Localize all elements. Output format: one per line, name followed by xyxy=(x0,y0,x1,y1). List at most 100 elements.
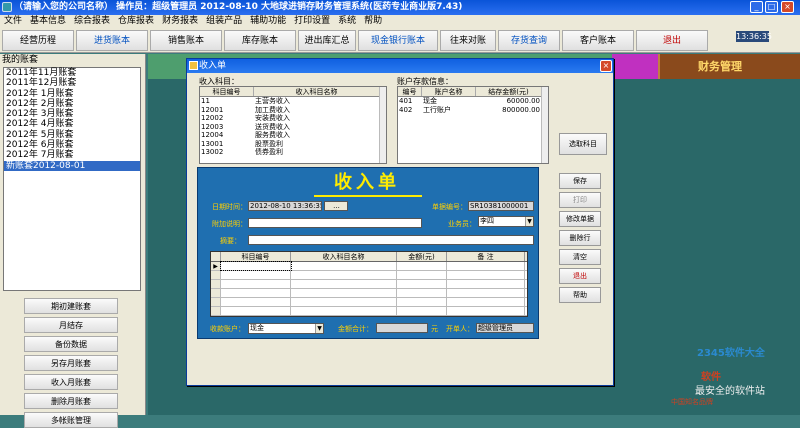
subject-grid[interactable]: 科目编号 收入科目名称 11 主营务收入 12001 加工费收入 12002 安装费收… xyxy=(199,86,387,164)
list-item[interactable]: 2011年12月账套 xyxy=(4,78,140,88)
left-panel: 我的账套 2011年11月账套 2011年12月账套 2012年 1月账套 20… xyxy=(0,54,146,428)
date-picker-button[interactable]: ... xyxy=(324,201,348,211)
table-row[interactable]: 401 现金 60000.00 xyxy=(398,97,548,106)
table-row[interactable]: 13001 股票盈利 xyxy=(200,140,386,149)
maker-label: 开单人： xyxy=(446,325,474,333)
doc-no-label: 单据编号： xyxy=(432,203,467,211)
list-item[interactable]: 2012年 2月账套 xyxy=(4,99,140,109)
clear-button[interactable]: 清空 xyxy=(559,249,601,265)
summary-label: 摘要： xyxy=(220,237,241,245)
maker-field: 超级管理员 xyxy=(476,323,534,333)
menu-system[interactable]: 系统 xyxy=(334,16,360,26)
menu-tools[interactable]: 辅助功能 xyxy=(246,16,290,26)
toolbar-customer-button[interactable]: 客户账本 xyxy=(562,30,634,51)
table-row[interactable] xyxy=(211,298,527,307)
entry-grid[interactable]: 科目编号 收入科目名称 金额(元) 备 注 ▶ xyxy=(210,251,528,317)
nav-bar-purple xyxy=(612,54,658,79)
backup-button[interactable]: 备份数据 xyxy=(24,336,118,352)
table-row[interactable]: 11 主营务收入 xyxy=(200,97,386,106)
table-row[interactable] xyxy=(211,289,527,298)
form-heading: 收入单 xyxy=(334,172,400,193)
subject-scrollbar[interactable] xyxy=(379,87,386,163)
delete-row-button[interactable]: 删除行 xyxy=(559,230,601,246)
maximize-button[interactable]: □ xyxy=(765,1,778,13)
subject-grid-header: 科目编号 收入科目名称 xyxy=(200,87,386,97)
account-list[interactable]: 2011年11月账套 2011年12月账套 2012年 1月账套 2012年 2… xyxy=(3,67,141,291)
toolbar-reconcile-button[interactable]: 往来对账 xyxy=(440,30,496,51)
menu-print[interactable]: 打印设置 xyxy=(290,16,334,26)
table-row[interactable] xyxy=(211,307,527,316)
month-close-button[interactable]: 月结存 xyxy=(24,317,118,333)
help-button[interactable]: 帮助 xyxy=(559,287,601,303)
doc-no-field[interactable]: SR10381000001 xyxy=(468,201,534,211)
edit-document-button[interactable]: 修改单据 xyxy=(559,211,601,227)
account-grid[interactable]: 编号 账户名称 结存金额(元) 401 现金 60000.00 402 工行账户 800… xyxy=(397,86,549,164)
menu-basic-info[interactable]: 基本信息 xyxy=(26,16,70,26)
watermark: 2345软件大全 软件 最安全的软件站 中国知名品牌 xyxy=(671,348,765,406)
menu-file[interactable]: 文件 xyxy=(0,16,26,26)
toolbar-inout-button[interactable]: 进出库汇总 xyxy=(298,30,356,51)
multi-account-button[interactable]: 多帐账管理 xyxy=(24,412,118,428)
finance-management-tab[interactable]: 财务管理 xyxy=(658,54,800,79)
pay-account-select[interactable]: 现金 ▼ xyxy=(248,323,324,334)
clock: 13:36:35 xyxy=(736,31,772,42)
exit-button[interactable]: 退出 xyxy=(559,268,601,284)
table-row[interactable]: 12003 送货费收入 xyxy=(200,123,386,132)
list-item[interactable]: 2012年 7月账套 xyxy=(4,150,140,160)
toolbar-sales-button[interactable]: 销售账本 xyxy=(150,30,222,51)
delete-month-button[interactable]: 删除月账套 xyxy=(24,393,118,409)
entry-grid-header: 科目编号 收入科目名称 金额(元) 备 注 xyxy=(211,252,527,262)
toolbar: 经营历程 进货账本 销售账本 库存账本 进出库汇总 现金银行账本 往来对账 存货… xyxy=(0,28,800,53)
summary-input[interactable] xyxy=(248,235,534,245)
toolbar-cash-bank-button[interactable]: 现金银行账本 xyxy=(358,30,438,51)
list-item[interactable]: 2012年 4月账套 xyxy=(4,119,140,129)
dialog-icon xyxy=(189,61,198,70)
table-row[interactable]: 402 工行账户 800000.00 xyxy=(398,106,548,115)
total-unit: 元 xyxy=(431,325,438,333)
save-as-month-button[interactable]: 另存月账套 xyxy=(24,355,118,371)
close-button[interactable]: × xyxy=(781,1,794,13)
total-field xyxy=(376,323,428,333)
toolbar-purchase-button[interactable]: 进货账本 xyxy=(76,30,148,51)
menu-warehouse[interactable]: 仓库报表 xyxy=(114,16,158,26)
print-button[interactable]: 打印 xyxy=(559,192,601,208)
opening-account-button[interactable]: 期初建账套 xyxy=(24,298,118,314)
list-item[interactable]: 2012年 5月账套 xyxy=(4,130,140,140)
save-button[interactable]: 保存 xyxy=(559,173,601,189)
chevron-down-icon[interactable]: ▼ xyxy=(315,324,323,333)
toolbar-stock-button[interactable]: 库存账本 xyxy=(224,30,296,51)
menu-finance[interactable]: 财务报表 xyxy=(158,16,202,26)
list-item[interactable]: 2012年 3月账套 xyxy=(4,109,140,119)
list-item[interactable]: 2012年 1月账套 xyxy=(4,89,140,99)
table-row[interactable]: 12002 安装费收入 xyxy=(200,114,386,123)
toolbar-exit-button[interactable]: 退出 xyxy=(636,30,708,51)
minimize-button[interactable]: _ xyxy=(750,1,763,13)
window-titlebar: （请输入您的公司名称） 操作员：超级管理员 2012-08-10 大地球进销存财… xyxy=(0,0,800,15)
menu-help[interactable]: 帮助 xyxy=(360,16,386,26)
load-month-button[interactable]: 收入月账套 xyxy=(24,374,118,390)
dialog-close-button[interactable]: × xyxy=(600,60,612,72)
table-row[interactable]: 12004 服务费收入 xyxy=(200,131,386,140)
table-row[interactable]: 12001 加工费收入 xyxy=(200,106,386,115)
select-subject-button[interactable]: 选取科目 xyxy=(559,133,607,155)
total-label: 金额合计： xyxy=(338,325,373,333)
menu-reports[interactable]: 综合报表 xyxy=(70,16,114,26)
toolbar-inventory-button[interactable]: 存货查询 xyxy=(498,30,560,51)
toolbar-history-button[interactable]: 经营历程 xyxy=(2,30,74,51)
date-field[interactable]: 2012-08-10 13:36:35 xyxy=(248,201,322,211)
table-row[interactable]: 13002 债券盈利 xyxy=(200,148,386,157)
table-row[interactable]: ▶ xyxy=(211,261,527,271)
table-row[interactable] xyxy=(211,280,527,289)
list-item[interactable]: 2011年11月账套 xyxy=(4,68,140,78)
menu-assembly[interactable]: 组装产品 xyxy=(202,16,246,26)
account-scrollbar[interactable] xyxy=(541,87,548,163)
note-input[interactable] xyxy=(248,218,422,228)
chevron-down-icon[interactable]: ▼ xyxy=(525,217,533,226)
table-row[interactable] xyxy=(211,271,527,280)
account-grid-header: 编号 账户名称 结存金额(元) xyxy=(398,87,548,97)
list-item[interactable]: 2012年 6月账套 xyxy=(4,140,140,150)
heading-underline xyxy=(314,195,422,197)
salesman-select[interactable]: 李四 ▼ xyxy=(478,216,534,227)
list-item-selected[interactable]: 新账套2012-08-01 xyxy=(4,160,140,171)
dialog-title: 收入单 xyxy=(199,61,227,71)
